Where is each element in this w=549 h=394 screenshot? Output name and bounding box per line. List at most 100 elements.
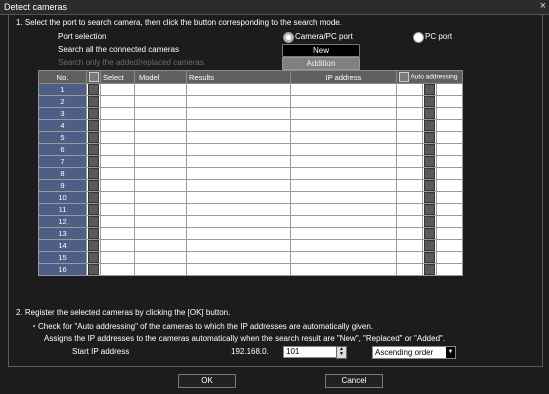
table-row: 8 — [38, 167, 463, 180]
header-select: Select — [100, 70, 135, 84]
select-cell — [86, 239, 101, 252]
cancel-button[interactable]: Cancel — [325, 374, 383, 388]
auto-addressing-checkbox[interactable] — [424, 156, 435, 167]
auto-cell — [422, 155, 437, 168]
row-number: 11 — [38, 203, 87, 216]
start-ip-input[interactable]: 101 — [283, 346, 337, 358]
table-row: 14 — [38, 239, 463, 252]
model-cell — [134, 251, 187, 264]
row-number: 6 — [38, 143, 87, 156]
auto-addressing-checkbox[interactable] — [424, 132, 435, 143]
select-checkbox[interactable] — [88, 264, 99, 275]
select-checkbox[interactable] — [88, 120, 99, 131]
ip-address-cell — [290, 95, 397, 108]
auto-addressing-checkbox[interactable] — [424, 108, 435, 119]
pc-port-label[interactable]: PC port — [425, 32, 452, 41]
select-checkbox[interactable] — [88, 192, 99, 203]
addition-button: Addition — [282, 57, 360, 70]
row-number: 1 — [38, 83, 87, 96]
results-cell — [186, 179, 291, 192]
auto-addressing-checkbox[interactable] — [424, 264, 435, 275]
ip-address-cell — [290, 263, 397, 276]
select-checkbox[interactable] — [88, 180, 99, 191]
select-checkbox[interactable] — [88, 156, 99, 167]
header-ip-address: IP address — [290, 70, 397, 84]
select-checkbox[interactable] — [88, 228, 99, 239]
select-spacer — [100, 215, 135, 228]
auto-spacer-right — [436, 191, 463, 204]
auto-all-checkbox[interactable] — [399, 72, 409, 82]
select-checkbox[interactable] — [88, 252, 99, 263]
spin-down-icon[interactable]: ▼ — [337, 352, 346, 357]
auto-spacer — [396, 167, 423, 180]
header-auto-addressing[interactable]: Auto addressing — [396, 70, 463, 84]
ok-button[interactable]: OK — [178, 374, 236, 388]
auto-addressing-checkbox[interactable] — [424, 120, 435, 131]
auto-addressing-checkbox[interactable] — [424, 168, 435, 179]
auto-spacer — [396, 191, 423, 204]
ip-spinner[interactable]: ▲ ▼ — [336, 346, 347, 359]
results-cell — [186, 119, 291, 132]
auto-spacer — [396, 95, 423, 108]
auto-addressing-checkbox[interactable] — [424, 240, 435, 251]
row-number: 16 — [38, 263, 87, 276]
order-select[interactable]: Ascending order ▼ — [372, 346, 456, 359]
auto-addressing-checkbox[interactable] — [424, 228, 435, 239]
table-row: 7 — [38, 155, 463, 168]
auto-addressing-checkbox[interactable] — [424, 216, 435, 227]
select-checkbox[interactable] — [88, 216, 99, 227]
search-added-label: Search only the added/replaced cameras — [58, 58, 204, 67]
auto-addressing-checkbox[interactable] — [424, 144, 435, 155]
select-checkbox[interactable] — [88, 204, 99, 215]
row-number: 9 — [38, 179, 87, 192]
chevron-down-icon[interactable]: ▼ — [446, 347, 455, 358]
select-spacer — [100, 131, 135, 144]
select-checkbox[interactable] — [88, 144, 99, 155]
select-spacer — [100, 95, 135, 108]
select-cell — [86, 107, 101, 120]
auto-cell — [422, 107, 437, 120]
select-checkbox[interactable] — [88, 96, 99, 107]
auto-spacer-right — [436, 155, 463, 168]
auto-addressing-checkbox[interactable] — [424, 204, 435, 215]
ip-address-cell — [290, 215, 397, 228]
pc-port-radio[interactable] — [413, 32, 424, 43]
model-cell — [134, 107, 187, 120]
close-icon[interactable]: × — [540, 0, 546, 12]
model-cell — [134, 263, 187, 276]
select-spacer — [100, 155, 135, 168]
camera-pc-port-radio[interactable] — [283, 32, 294, 43]
table-row: 4 — [38, 119, 463, 132]
auto-cell — [422, 263, 437, 276]
new-button[interactable]: New — [282, 44, 360, 57]
table-row: 12 — [38, 215, 463, 228]
select-checkbox[interactable] — [88, 132, 99, 143]
results-cell — [186, 167, 291, 180]
select-checkbox[interactable] — [88, 84, 99, 95]
ip-address-cell — [290, 167, 397, 180]
auto-addressing-checkbox[interactable] — [424, 252, 435, 263]
camera-pc-port-label[interactable]: Camera/PC port — [295, 32, 353, 41]
auto-addressing-checkbox[interactable] — [424, 192, 435, 203]
auto-cell — [422, 167, 437, 180]
select-checkbox[interactable] — [88, 108, 99, 119]
auto-spacer-right — [436, 167, 463, 180]
auto-spacer-right — [436, 239, 463, 252]
model-cell — [134, 203, 187, 216]
results-cell — [186, 227, 291, 240]
auto-addressing-checkbox[interactable] — [424, 96, 435, 107]
select-checkbox[interactable] — [88, 168, 99, 179]
model-cell — [134, 191, 187, 204]
select-spacer — [100, 227, 135, 240]
header-select-all[interactable] — [86, 70, 101, 84]
auto-spacer-right — [436, 95, 463, 108]
auto-cell — [422, 227, 437, 240]
auto-addressing-checkbox[interactable] — [424, 84, 435, 95]
results-cell — [186, 191, 291, 204]
auto-spacer-right — [436, 203, 463, 216]
auto-addressing-checkbox[interactable] — [424, 180, 435, 191]
select-checkbox[interactable] — [88, 240, 99, 251]
row-number: 2 — [38, 95, 87, 108]
select-all-checkbox[interactable] — [88, 72, 99, 82]
auto-spacer — [396, 143, 423, 156]
